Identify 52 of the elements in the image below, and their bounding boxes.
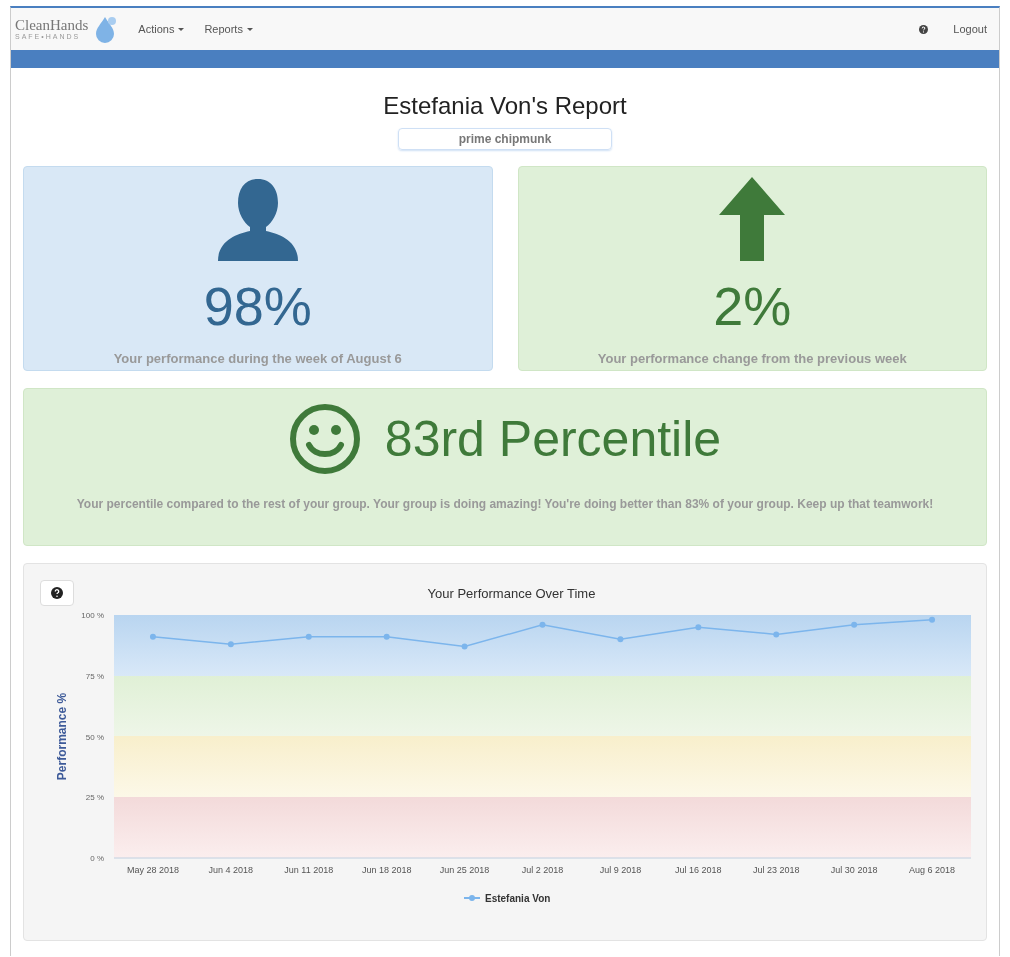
question-icon <box>51 587 63 599</box>
caret-icon <box>246 27 253 31</box>
x-tick-label: May 28 2018 <box>126 865 179 875</box>
stat-caption: Your performance during the week of August 6 <box>113 350 402 368</box>
data-point <box>227 641 234 648</box>
x-tick-label: Jul 30 2018 <box>830 865 878 875</box>
help-button[interactable] <box>40 580 74 606</box>
stat-caption: Your performance change from the previous week <box>597 350 907 368</box>
caret-icon <box>178 27 185 31</box>
x-tick-label: Aug 6 2018 <box>909 865 956 875</box>
y-axis-title: Performance % <box>55 692 69 781</box>
data-point <box>461 643 468 650</box>
help-button[interactable] <box>917 23 930 35</box>
y-tick-label: 25 % <box>85 793 104 803</box>
x-tick-label: Jul 16 2018 <box>675 865 722 875</box>
data-point <box>773 631 780 638</box>
data-point <box>695 624 702 631</box>
y-tick-label: 0 % <box>90 854 104 863</box>
y-tick-label: 75 % <box>85 671 104 681</box>
legend-label: Estefania Von <box>485 893 551 904</box>
smiley-icon <box>288 403 361 475</box>
nav-menu[interactable]: Actions <box>138 20 185 38</box>
percentile-value: 83rd Percentile <box>384 414 722 464</box>
data-point <box>617 636 624 643</box>
logout-link[interactable]: Logout <box>953 20 987 38</box>
percentile-caption: Your percentile compared to the rest of your group. Your group is doing amazing! You're doing better than 83% of your group. Keep up that teamwork! <box>75 496 935 513</box>
data-point <box>929 616 936 623</box>
y-tick-label: 100 % <box>81 611 104 620</box>
nav-menu[interactable]: Reports <box>204 20 253 38</box>
x-tick-label: Jun 18 2018 <box>361 865 412 875</box>
data-point <box>851 621 858 628</box>
y-tick-label: 50 % <box>85 732 104 742</box>
stat-value: 98% <box>203 279 312 333</box>
x-tick-label: Jul 23 2018 <box>752 865 800 875</box>
chart-title: Your Performance Over Time <box>427 586 596 601</box>
legend-marker-icon <box>463 895 481 901</box>
question-icon <box>918 24 928 34</box>
data-point <box>539 621 546 628</box>
data-point <box>305 633 312 640</box>
nickname-badge: prime chipmunk <box>398 128 612 150</box>
data-point <box>149 633 156 640</box>
x-tick-label: Jun 25 2018 <box>439 865 490 875</box>
x-tick-label: Jul 9 2018 <box>599 865 642 875</box>
data-point <box>383 633 390 640</box>
report-title: Estefania Von's Report <box>383 94 627 118</box>
logo-text: CleanHands <box>15 18 89 33</box>
person-icon <box>215 177 300 261</box>
x-tick-label: Jun 4 2018 <box>208 865 254 875</box>
x-tick-label: Jul 2 2018 <box>521 865 564 875</box>
up-arrow-icon <box>719 177 786 261</box>
stat-value: 2% <box>713 279 792 333</box>
x-tick-label: Jun 11 2018 <box>284 865 334 875</box>
